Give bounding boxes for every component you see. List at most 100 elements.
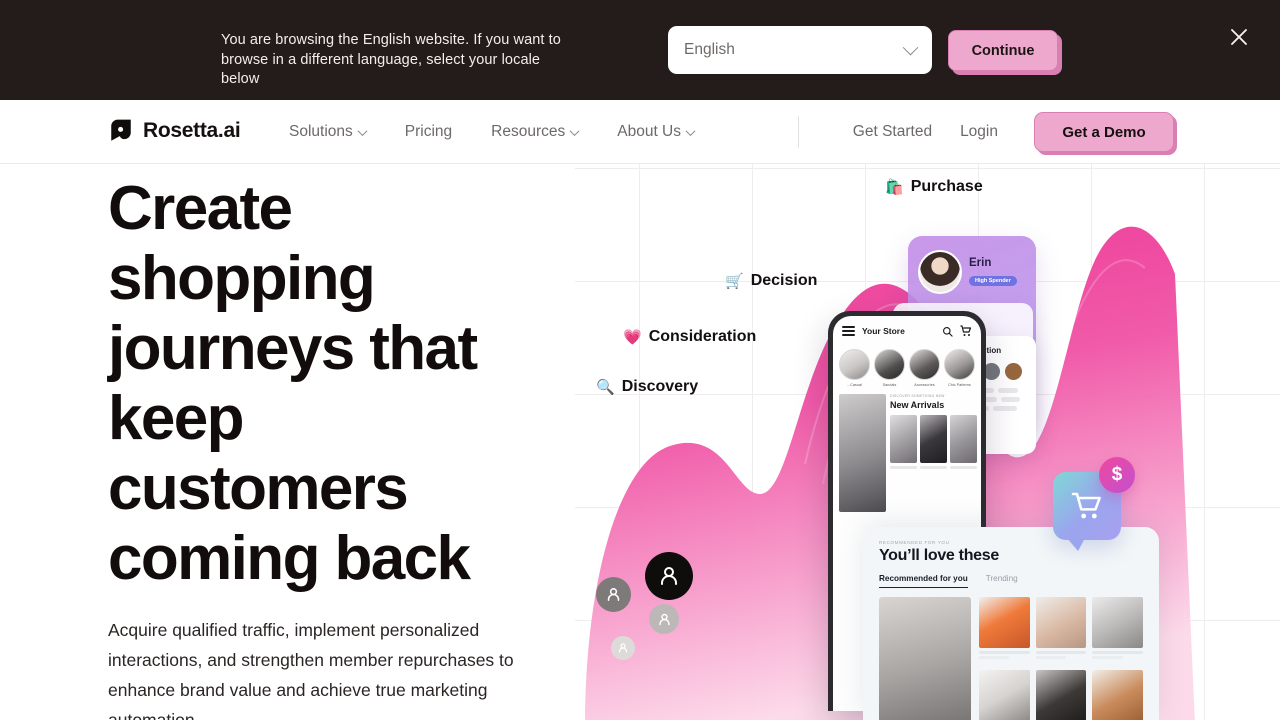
product-caption <box>950 466 977 469</box>
phone-new-arrivals: DISCOVER SOMETHING NEW New Arrivals <box>833 394 981 512</box>
avatar-quaternary <box>611 636 635 660</box>
continue-button[interactable]: Continue <box>948 30 1058 71</box>
phone-section-kicker: DISCOVER SOMETHING NEW <box>890 394 945 398</box>
stage-label-text: Consideration <box>648 328 757 345</box>
avatar <box>918 250 962 294</box>
stage-label-text: Decision <box>750 272 818 289</box>
product-caption <box>920 466 947 469</box>
stage-label-decision: 🛒 Decision <box>725 272 817 290</box>
chevron-down-icon <box>569 125 580 136</box>
person-icon <box>607 588 620 601</box>
tab-recommended-for-you[interactable]: Recommended for you <box>879 574 968 588</box>
hero-section: Create shopping journeys that keep custo… <box>0 164 1280 720</box>
product-caption <box>1092 651 1143 654</box>
product-price <box>1092 656 1123 659</box>
pink-heart-icon: 💗 <box>623 328 642 346</box>
hero-copy: Create shopping journeys that keep custo… <box>108 174 578 720</box>
phone-category-image <box>839 349 870 380</box>
product-price <box>979 656 1010 659</box>
recommendation-title: You’ll love these <box>879 547 999 564</box>
product-card[interactable] <box>1035 597 1087 664</box>
chevron-down-icon <box>357 125 368 136</box>
phone-category-image <box>909 349 940 380</box>
dollar-badge: $ <box>1099 457 1135 493</box>
nav-item-label: About Us <box>617 123 682 140</box>
brand-logo-link[interactable]: Rosetta.ai <box>108 118 241 144</box>
product-card[interactable] <box>1035 670 1087 720</box>
product-image <box>890 415 917 463</box>
search-icon[interactable] <box>942 326 953 337</box>
nav-item-label: Solutions <box>289 123 353 140</box>
locale-banner-message: You are browsing the English website. If… <box>221 32 561 87</box>
product-image <box>1035 597 1087 648</box>
product-image <box>1092 670 1143 720</box>
recommendation-tabs: Recommended for you Trending <box>879 574 1143 588</box>
phone-category-row: ...Casual Sandals Accessories Chic Patte… <box>833 346 981 387</box>
product-caption <box>979 651 1030 654</box>
phone-category[interactable]: Accessories <box>909 349 940 387</box>
color-swatch <box>1005 363 1022 380</box>
product-card[interactable] <box>979 670 1030 720</box>
stage-label-discovery: 🔍 Discovery <box>596 378 698 396</box>
product-card[interactable] <box>979 597 1030 664</box>
phone-category-label: Accessories <box>914 383 935 387</box>
get-started-link[interactable]: Get Started <box>853 123 932 141</box>
hamburger-icon[interactable] <box>842 325 855 337</box>
shopping-cart-icon: 🛒 <box>725 272 744 290</box>
close-icon[interactable] <box>1227 25 1251 49</box>
avatar-secondary <box>596 577 631 612</box>
product-image <box>1035 670 1087 720</box>
product-card[interactable] <box>1092 597 1143 664</box>
phone-category[interactable]: ...Casual <box>839 349 870 387</box>
chevron-down-icon <box>685 125 696 136</box>
nav-divider <box>798 116 799 148</box>
recommendation-body <box>879 597 1143 720</box>
product-card[interactable] <box>1092 670 1143 720</box>
rosetta-spiral-logo-icon <box>111 119 131 141</box>
phone-thumbnail[interactable] <box>950 415 977 469</box>
avatar-tertiary <box>649 604 679 634</box>
recommendation-hero-image <box>879 597 971 720</box>
nav-item-label: Resources <box>491 123 566 140</box>
nav-item-solutions[interactable]: Solutions <box>289 123 368 141</box>
page-title: Create shopping journeys that keep custo… <box>108 174 478 593</box>
shopping-bags-icon: 🛍️ <box>885 178 904 196</box>
tab-trending[interactable]: Trending <box>986 574 1018 588</box>
persona-name: Erin <box>969 257 992 269</box>
nav-item-pricing[interactable]: Pricing <box>405 123 452 141</box>
phone-category-label: Sandals <box>882 383 897 387</box>
avatar-primary <box>645 552 693 600</box>
phone-section-title: New Arrivals <box>890 400 945 410</box>
phone-category[interactable]: Sandals <box>874 349 905 387</box>
cart-icon[interactable] <box>960 325 972 337</box>
nav-item-resources[interactable]: Resources <box>491 123 580 141</box>
stage-label-text: Purchase <box>910 178 983 195</box>
locale-banner: You are browsing the English website. If… <box>0 0 1280 100</box>
placeholder-chip <box>993 406 1017 411</box>
person-icon <box>661 567 677 585</box>
recommendation-kicker: RECOMMENDED FOR YOU <box>879 540 950 545</box>
product-image <box>950 415 977 463</box>
product-price <box>1035 656 1067 659</box>
stage-label-text: Discovery <box>621 378 699 395</box>
phone-thumbnail[interactable] <box>920 415 947 469</box>
cart-icon <box>1071 492 1101 519</box>
nav-item-about-us[interactable]: About Us <box>617 123 696 141</box>
product-image <box>979 670 1030 720</box>
brand-name: Rosetta.ai <box>143 119 241 142</box>
persona-row: Erin High Spender <box>908 236 1036 294</box>
phone-category[interactable]: Chic Patterns <box>944 349 975 387</box>
placeholder-chip <box>998 388 1018 393</box>
person-icon <box>658 613 670 625</box>
locale-select-value: English <box>684 41 735 58</box>
product-image <box>920 415 947 463</box>
phone-thumbnail[interactable] <box>890 415 917 469</box>
phone-topbar: Your Store <box>833 316 981 346</box>
stage-label-consideration: 💗 Consideration <box>623 328 756 346</box>
login-link[interactable]: Login <box>960 123 998 141</box>
stage-label-purchase: 🛍️ Purchase <box>885 178 983 196</box>
phone-store-name: Your Store <box>862 326 905 336</box>
recommendation-panel: RECOMMENDED FOR YOU You’ll love these Re… <box>863 527 1159 720</box>
get-a-demo-button[interactable]: Get a Demo <box>1034 112 1174 152</box>
locale-select[interactable]: English <box>668 26 932 74</box>
